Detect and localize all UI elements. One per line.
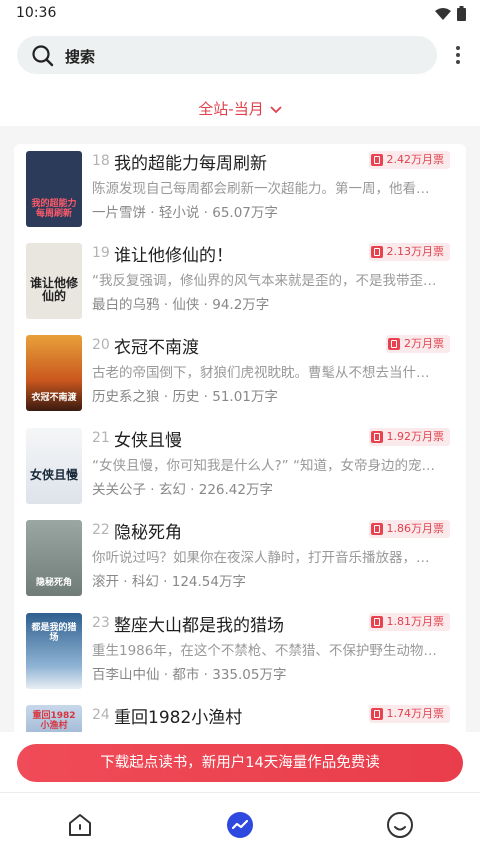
ranking-list-area: 我的超能力每周刷新 18 我的超能力每周刷新 2.42万月票 陈源发现自己每周都… <box>0 126 480 732</box>
battery-icon <box>457 6 466 21</box>
cover-title: 隐秘死角 <box>35 578 72 588</box>
book-title: 谁让他修仙的！ <box>114 246 233 266</box>
book-description: “女侠且慢，你可知我是什么人?” “知道，女帝身边的宠… <box>92 458 435 474</box>
book-title: 女侠且慢 <box>114 431 182 451</box>
cover-title: 我的超能力每周刷新 <box>31 199 77 219</box>
bottom-nav <box>0 792 480 854</box>
smiley-face-icon <box>387 812 413 838</box>
nav-ranking[interactable] <box>226 811 254 839</box>
ticket-icon <box>370 616 383 628</box>
monthly-votes: 2.42万月票 <box>386 153 445 166</box>
rank-number: 24 <box>92 707 110 723</box>
cover-title: 都是我的猎场 <box>31 623 77 643</box>
nav-home[interactable] <box>66 811 94 839</box>
book-cover: 重回1982小渔村 <box>26 705 82 732</box>
wifi-icon <box>435 7 451 20</box>
book-cover: 隐秘死角 <box>26 520 82 596</box>
book-description: 古老的帝国倒下，豺狼们虎视眈眈。曹髦从不想去当什… <box>92 365 430 381</box>
book-description: “我反复强调，修仙界的风气本来就是歪的，不是我带歪… <box>92 273 437 289</box>
monthly-votes-badge: 1.81万月票 <box>368 613 450 631</box>
book-meta: 百李山中仙 · 都市 · 335.05万字 <box>92 667 287 683</box>
nav-profile[interactable] <box>386 811 414 839</box>
ticket-icon <box>388 338 400 350</box>
book-title: 重回1982小渔村 <box>114 708 243 728</box>
chevron-down-icon <box>270 105 282 113</box>
book-meta: 最白的乌鸦 · 仙侠 · 94.2万字 <box>92 297 270 313</box>
search-icon <box>32 45 54 67</box>
search-row: 搜索 <box>0 36 480 76</box>
book-item[interactable]: 衣冠不南渡 20 衣冠不南渡 2万月票 古老的帝国倒下，豺狼们虎视眈眈。曹髦从不… <box>26 335 456 415</box>
monthly-votes: 1.81万月票 <box>386 615 445 628</box>
status-bar: 10:36 <box>0 0 480 28</box>
monthly-votes: 1.74万月票 <box>386 707 445 720</box>
monthly-votes-badge: 2.42万月票 <box>368 151 450 169</box>
ranking-card: 我的超能力每周刷新 18 我的超能力每周刷新 2.42万月票 陈源发现自己每周都… <box>14 144 466 732</box>
rank-number: 21 <box>92 430 110 446</box>
rank-number: 22 <box>92 522 110 538</box>
book-item[interactable]: 隐秘死角 22 隐秘死角 1.86万月票 你听说过吗？如果你在夜深人静时，打开音… <box>26 520 456 600</box>
cover-title: 衣冠不南渡 <box>31 393 77 403</box>
book-item[interactable]: 我的超能力每周刷新 18 我的超能力每周刷新 2.42万月票 陈源发现自己每周都… <box>26 151 456 231</box>
book-title: 衣冠不南渡 <box>114 338 199 358</box>
book-item[interactable]: 重回1982小渔村 24 重回1982小渔村 1.74万月票 <box>26 705 456 732</box>
ticket-icon <box>370 154 383 166</box>
book-cover: 都是我的猎场 <box>26 613 82 689</box>
monthly-votes-badge: 1.74万月票 <box>368 705 450 723</box>
rank-number: 18 <box>92 153 110 169</box>
status-icons <box>435 6 466 21</box>
book-item[interactable]: 都是我的猎场 23 整座大山都是我的猎场 1.81万月票 重生1986年，在这个… <box>26 613 456 693</box>
search-label: 搜索 <box>65 48 96 66</box>
monthly-votes: 1.86万月票 <box>386 522 445 535</box>
ticket-icon <box>370 246 383 258</box>
book-description: 重生1986年，在这个不禁枪、不禁猎、不保护野生动物… <box>92 643 437 659</box>
book-item[interactable]: 女侠且慢 21 女侠且慢 1.92万月票 “女侠且慢，你可知我是什么人?” “知… <box>26 428 456 508</box>
book-meta: 滚开 · 科幻 · 124.54万字 <box>92 574 246 590</box>
book-cover: 女侠且慢 <box>26 428 82 504</box>
ticket-icon <box>370 523 383 535</box>
cover-title: 重回1982小渔村 <box>32 711 76 731</box>
rank-number: 20 <box>92 337 110 353</box>
book-description: 你听说过吗？如果你在夜深人静时，打开音乐播放器，… <box>92 550 430 566</box>
book-title: 整座大山都是我的猎场 <box>114 616 284 636</box>
monthly-votes-badge: 2.13万月票 <box>368 243 450 261</box>
monthly-votes: 2万月票 <box>404 337 444 350</box>
book-title: 我的超能力每周刷新 <box>114 154 267 174</box>
monthly-votes-badge: 1.86万月票 <box>368 520 450 538</box>
home-icon <box>69 814 91 836</box>
book-title: 隐秘死角 <box>114 523 182 543</box>
monthly-votes: 1.92万月票 <box>386 430 445 443</box>
book-item[interactable]: 谁让他修仙的 19 谁让他修仙的！ 2.13万月票 “我反复强调，修仙界的风气本… <box>26 243 456 323</box>
monthly-votes-badge: 2万月票 <box>386 335 450 353</box>
cover-title: 女侠且慢 <box>29 468 78 482</box>
download-app-button[interactable]: 下载起点读书，新用户14天海量作品免费读 <box>17 744 463 782</box>
book-cover: 衣冠不南渡 <box>26 335 82 411</box>
range-filter-label: 全站-当月 <box>198 100 264 118</box>
book-description: 陈源发现自己每周都会刷新一次超能力。第一周，他看… <box>92 181 430 197</box>
status-time: 10:36 <box>16 5 57 21</box>
book-cover: 谁让他修仙的 <box>26 243 82 319</box>
trend-chart-icon <box>227 812 253 838</box>
ticket-icon <box>370 431 383 443</box>
rank-number: 19 <box>92 245 110 261</box>
book-cover: 我的超能力每周刷新 <box>26 151 82 227</box>
book-meta: 关关公子 · 玄幻 · 226.42万字 <box>92 482 273 498</box>
search-box[interactable]: 搜索 <box>17 36 437 74</box>
book-meta: 一片雪饼 · 轻小说 · 65.07万字 <box>92 205 278 221</box>
range-filter-dropdown[interactable]: 全站-当月 <box>0 98 480 119</box>
monthly-votes: 2.13万月票 <box>386 245 445 258</box>
more-menu-icon[interactable] <box>450 43 466 69</box>
book-meta: 历史系之狼 · 历史 · 51.01万字 <box>92 389 278 405</box>
rank-number: 23 <box>92 615 110 631</box>
ticket-icon <box>370 708 383 720</box>
cover-title: 谁让他修仙的 <box>29 276 78 303</box>
monthly-votes-badge: 1.92万月票 <box>368 428 450 446</box>
